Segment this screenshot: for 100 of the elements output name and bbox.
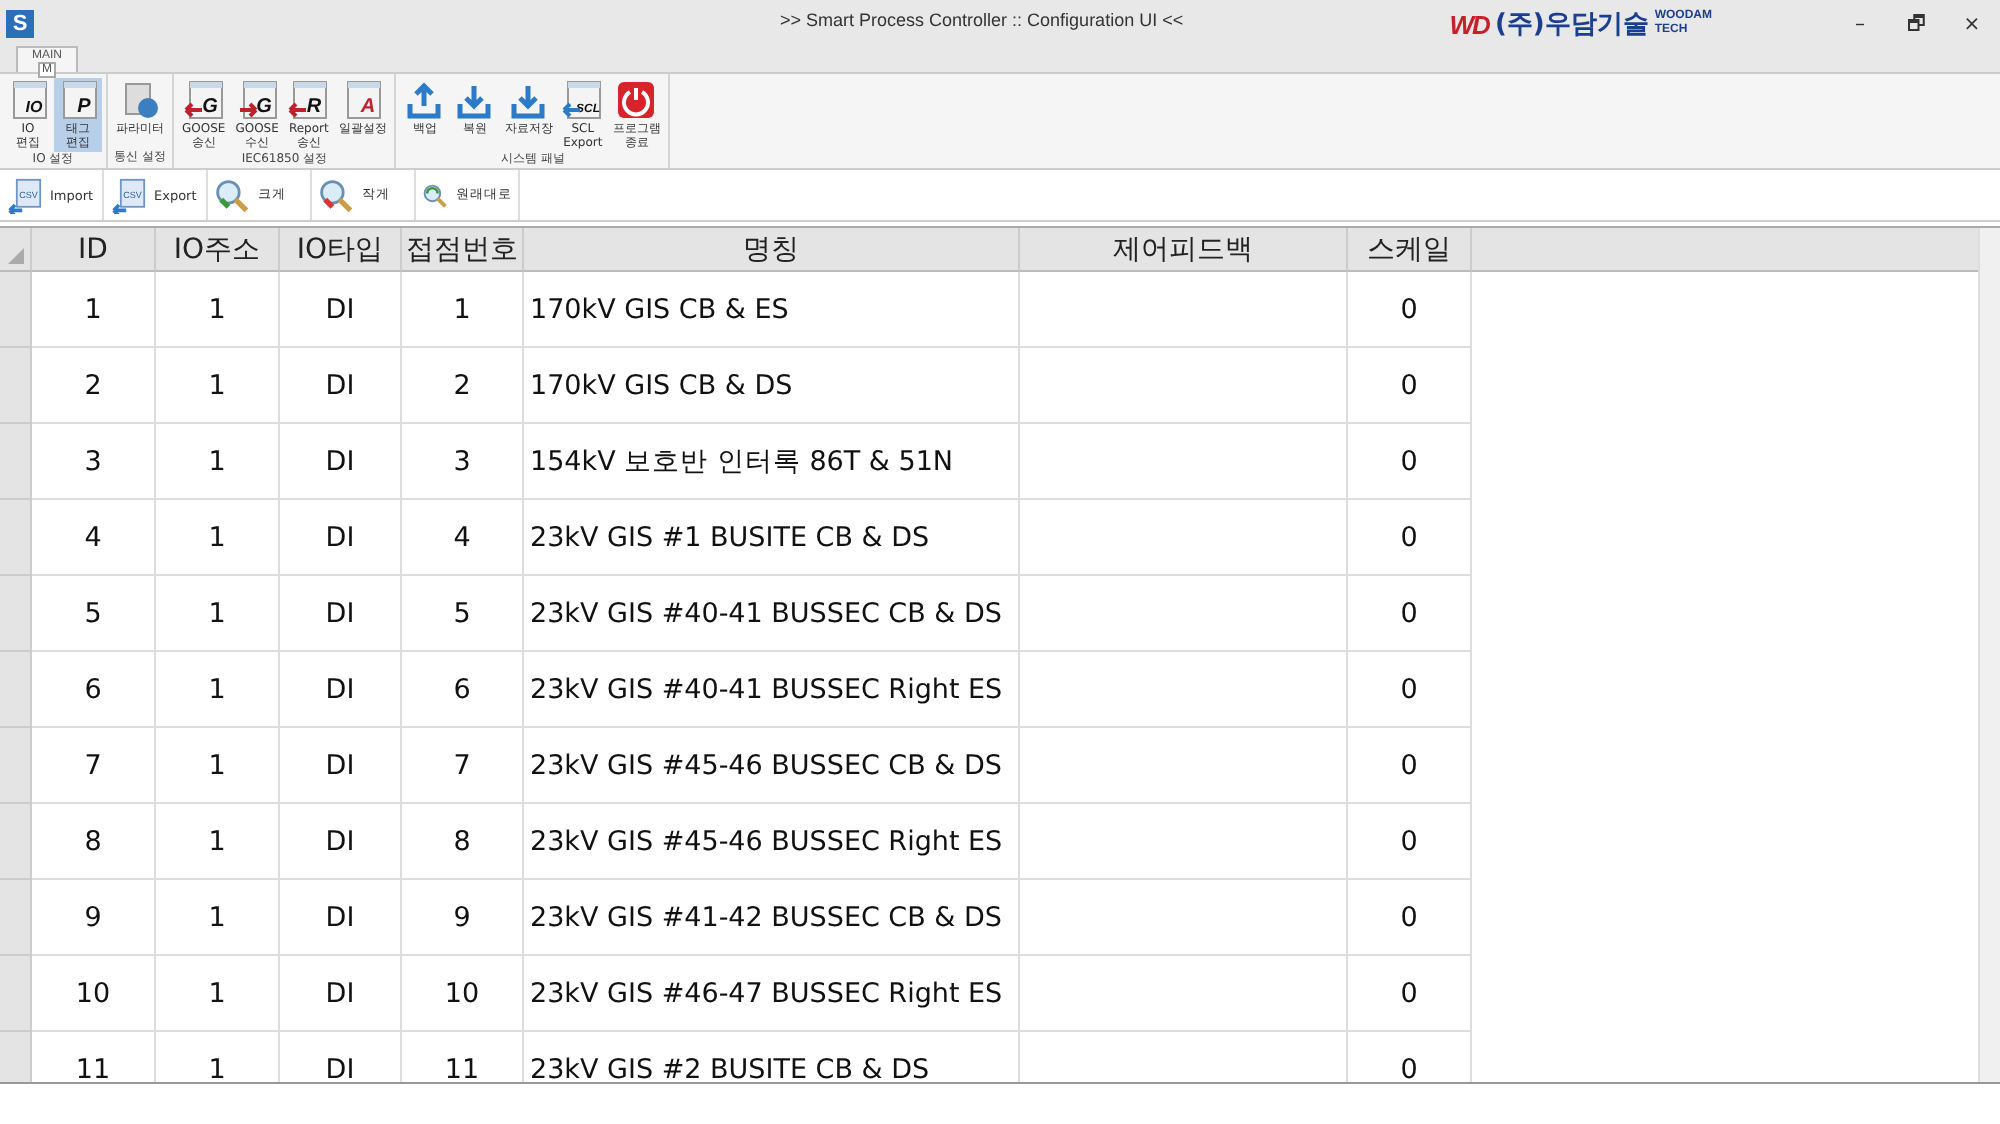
table-cell: 1 [156,652,280,728]
table-cell: DI [280,272,402,348]
table-cell: DI [280,576,402,652]
table-cell: DI [280,500,402,576]
table-cell: 1 [156,956,280,1032]
table-cell: 23kV GIS #45-46 BUSSEC CB & DS [524,728,1020,804]
table-cell: 0 [1348,272,1472,348]
table-cell: 0 [1348,424,1472,500]
table-cell: 7 [32,728,156,804]
table-cell: 5 [402,576,524,652]
table-cell: 9 [32,880,156,956]
table-cell: DI [280,652,402,728]
table-cell: 23kV GIS #46-47 BUSSEC Right ES [524,956,1020,1032]
table-cell: 0 [1348,804,1472,880]
table-cell: DI [280,728,402,804]
table-cell: DI [280,1032,402,1082]
send-document-icon: G [183,80,224,120]
table-cell: 0 [1348,880,1472,956]
table-cell: 5 [32,576,156,652]
column-header[interactable]: 명칭 [524,228,1020,272]
row-header[interactable] [0,728,32,804]
upload-icon [404,80,445,120]
window-title: >> Smart Process Controller :: Configuration UI << [780,10,1184,30]
table-cell: 170kV GIS CB & DS [524,348,1020,424]
table-cell: 0 [1348,576,1472,652]
receive-document-icon: G [237,80,278,120]
company-name: (주)우담기술 [1494,8,1649,42]
table-cell: 2 [402,348,524,424]
column-header[interactable]: 스케일 [1348,228,1472,272]
database-icon [120,80,160,120]
table-cell: 154kV 보호반 인터록 86T & 51N [524,424,1020,500]
table-cell: 0 [1348,728,1472,804]
table-cell: 1 [156,804,280,880]
app-icon: S [6,10,34,38]
table-cell: 23kV GIS #2 BUSITE CB & DS [524,1032,1020,1082]
table-cell: 10 [32,956,156,1032]
table-cell: 4 [402,500,524,576]
table-cell: DI [280,424,402,500]
table-cell: 0 [1348,500,1472,576]
close-button[interactable]: × [1944,13,2000,35]
row-header[interactable] [0,956,32,1032]
row-header[interactable] [0,804,32,880]
minimize-button[interactable]: – [1832,13,1888,35]
table-cell: 1 [156,500,280,576]
table-cell: 0 [1348,1032,1472,1082]
table-cell: 1 [156,728,280,804]
table-cell: 1 [156,424,280,500]
document-icon: A [342,80,383,120]
table-cell: 1 [156,272,280,348]
table-cell: DI [280,804,402,880]
download-icon [454,80,495,120]
column-header[interactable]: IO타입 [280,228,402,272]
table-cell: 1 [32,272,156,348]
table-cell: 11 [402,1032,524,1082]
scroll-bar[interactable] [1978,228,2000,1082]
table-cell: DI [280,956,402,1032]
table-cell: 0 [1348,652,1472,728]
table-cell: 23kV GIS #45-46 BUSSEC Right ES [524,804,1020,880]
document-icon: P [58,80,98,120]
table-cell: 3 [32,424,156,500]
row-header[interactable] [0,500,32,576]
zoom-in-icon [214,177,250,213]
table-cell: 1 [402,272,524,348]
table-cell: 23kV GIS #1 BUSITE CB & DS [524,500,1020,576]
table-cell: 4 [32,500,156,576]
table-cell: 1 [156,348,280,424]
table-cell: DI [280,880,402,956]
table-cell: 0 [1348,956,1472,1032]
row-header[interactable] [0,348,32,424]
table-cell: 6 [402,652,524,728]
table-cell: DI [280,348,402,424]
table-cell: 10 [402,956,524,1032]
row-header[interactable] [0,576,32,652]
table-cell: 6 [32,652,156,728]
column-header[interactable]: 접점번호 [402,228,524,272]
table-cell: 7 [402,728,524,804]
table-cell: 3 [402,424,524,500]
power-icon [616,80,657,120]
row-header[interactable] [0,880,32,956]
table-cell: 1 [156,1032,280,1082]
column-header[interactable]: IO주소 [156,228,280,272]
table-cell: 8 [402,804,524,880]
row-header[interactable] [0,652,32,728]
column-header[interactable]: ID [32,228,156,272]
column-header[interactable]: 제어피드백 [1020,228,1348,272]
restore-button[interactable]: 🗗 [1888,7,1944,41]
table-cell: 2 [32,348,156,424]
row-header[interactable] [0,272,32,348]
table-cell: 11 [32,1032,156,1082]
row-header[interactable] [0,424,32,500]
logo-mark: WD [1449,9,1489,39]
table-cell: 170kV GIS CB & ES [524,272,1020,348]
table-cell: 23kV GIS #41-42 BUSSEC CB & DS [524,880,1020,956]
table-cell: 8 [32,804,156,880]
table-cell: 23kV GIS #40-41 BUSSEC Right ES [524,652,1020,728]
zoom-out-icon [318,177,354,213]
table-cell: 9 [402,880,524,956]
send-document-icon: R [288,80,329,120]
corner-triangle-icon [8,248,24,264]
table-cell: 1 [156,576,280,652]
